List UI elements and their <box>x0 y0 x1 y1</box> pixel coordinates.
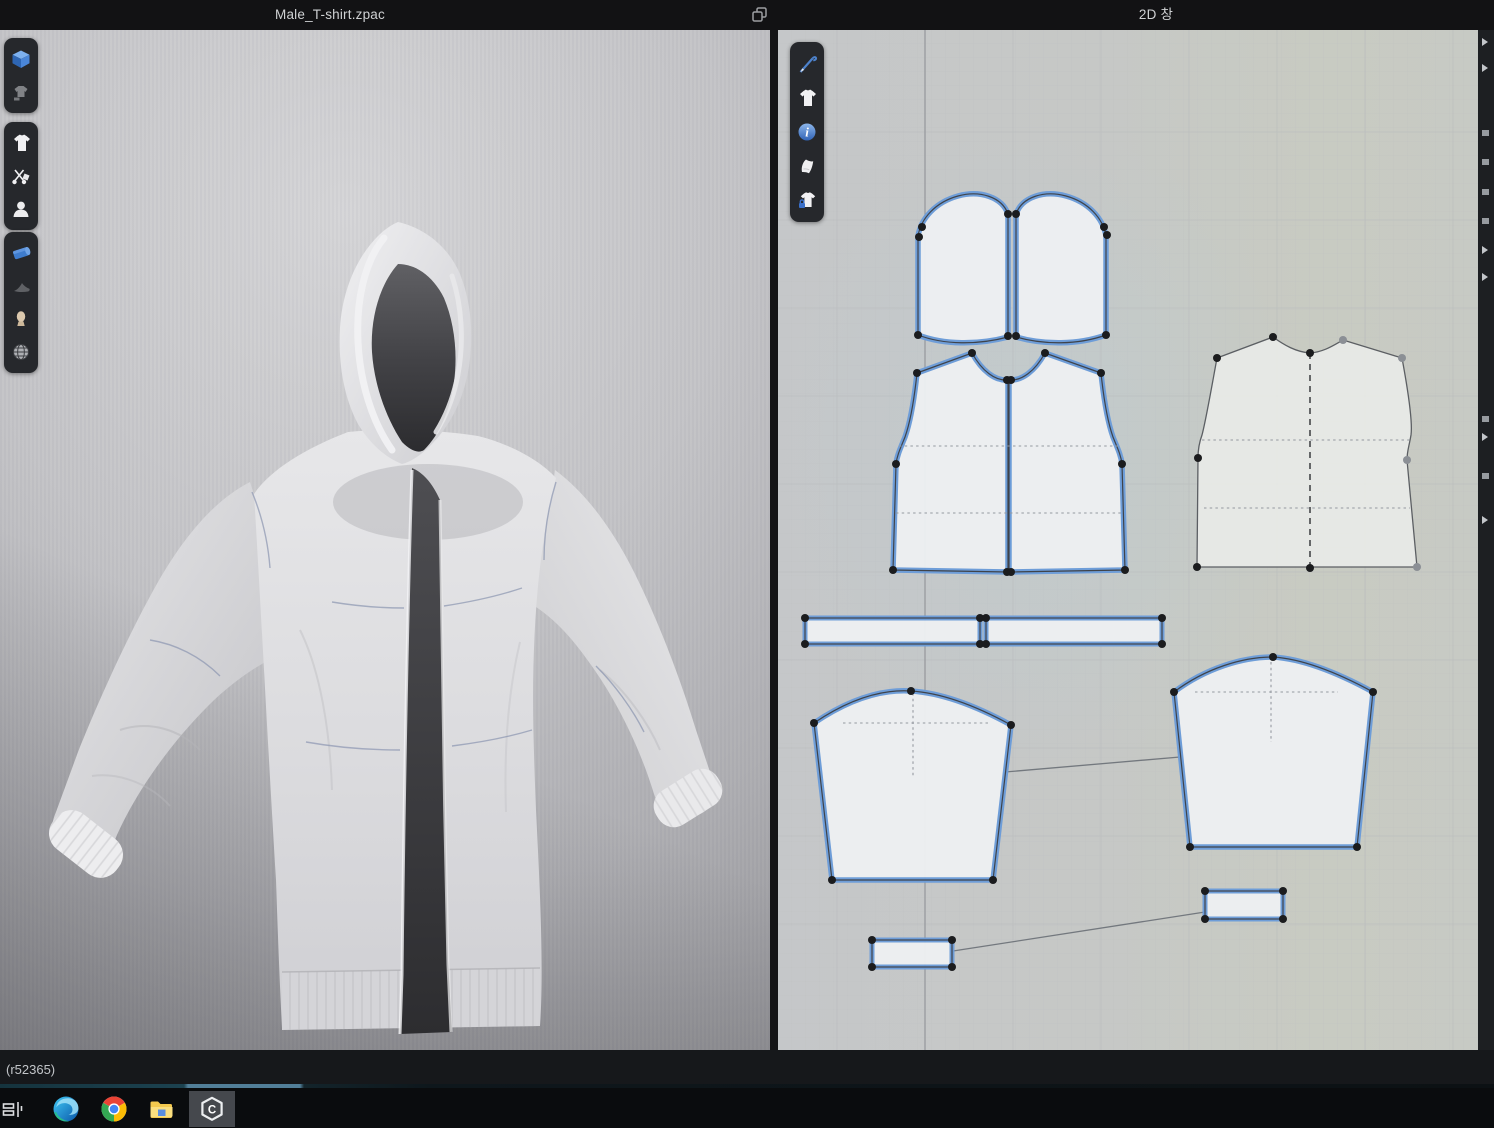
sewing-kit-icon[interactable] <box>8 163 34 189</box>
shoe-icon[interactable] <box>8 273 34 299</box>
windows-taskbar: C <box>0 1088 1494 1128</box>
panel-expand-icon[interactable] <box>1482 38 1488 46</box>
pattern-piece-sleeve-left[interactable] <box>814 691 1011 880</box>
svg-text:i: i <box>805 125 809 140</box>
pattern-piece-back-bodice[interactable] <box>1197 337 1417 568</box>
collapsed-panel-strip[interactable] <box>1478 30 1494 1050</box>
pattern-piece-front-bodice[interactable] <box>893 353 1125 572</box>
2d-window-title: 2D 창 <box>778 0 1494 30</box>
version-text: (r52365) <box>0 1062 55 1077</box>
panel-expand-icon[interactable] <box>1482 273 1488 281</box>
globe-icon[interactable] <box>8 339 34 365</box>
clo-app-window: Male_T-shirt.zpac 2D 창 <box>0 0 1494 1128</box>
chrome-icon[interactable] <box>92 1091 136 1127</box>
fabric-roll-icon[interactable] <box>8 240 34 266</box>
left-toolbar-group-2 <box>4 122 38 230</box>
pen-tool-icon[interactable] <box>794 51 820 77</box>
statusbar: (r52365) <box>0 1050 1494 1088</box>
pattern-piece-sleeve-right[interactable] <box>1174 657 1373 847</box>
pattern-piece-hood-left[interactable] <box>918 194 1008 343</box>
pinned-app-icon[interactable] <box>0 1091 32 1127</box>
clo-icon[interactable]: C <box>189 1091 235 1127</box>
fabric-piece-icon[interactable] <box>794 153 820 179</box>
pattern-piece-hood-right[interactable] <box>1016 194 1106 343</box>
panel-expand-icon[interactable] <box>1482 246 1488 254</box>
panel-expand-icon[interactable] <box>1482 64 1488 72</box>
pattern-piece-cuff-left[interactable] <box>872 940 952 967</box>
cube-3d-icon[interactable] <box>8 46 34 72</box>
pattern-piece-waistband-left[interactable] <box>805 618 980 644</box>
panel-expand-icon[interactable] <box>1482 433 1488 441</box>
panel-tab-icon[interactable] <box>1482 218 1489 224</box>
left-toolbar-group-3 <box>4 232 38 373</box>
panel-tab-icon[interactable] <box>1482 189 1489 195</box>
panel-tab-icon[interactable] <box>1482 130 1489 136</box>
2d-toolbar: i <box>790 42 824 222</box>
left-toolbar-group-1 <box>4 38 38 113</box>
panel-tab-icon[interactable] <box>1482 416 1489 422</box>
panel-tab-icon[interactable] <box>1482 159 1489 165</box>
titlebar: Male_T-shirt.zpac 2D 창 <box>0 0 1494 30</box>
panel-tab-icon[interactable] <box>1482 473 1489 479</box>
svg-text:C: C <box>208 1105 216 1117</box>
tshirt-icon[interactable] <box>8 130 34 156</box>
tshirt-icon[interactable] <box>794 85 820 111</box>
3d-window-title: Male_T-shirt.zpac <box>0 0 660 30</box>
info-icon[interactable]: i <box>794 119 820 145</box>
3d-viewport[interactable] <box>0 30 770 1050</box>
pattern-piece-cuff-right[interactable] <box>1205 891 1283 919</box>
3d-garment-hoodie[interactable] <box>0 30 770 1050</box>
garment-pieces-icon[interactable] <box>8 79 34 105</box>
file-explorer-icon[interactable] <box>139 1091 183 1127</box>
mannequin-head-icon[interactable] <box>8 306 34 332</box>
pattern-piece-waistband-right[interactable] <box>986 618 1162 644</box>
avatar-icon[interactable] <box>8 196 34 222</box>
2d-pattern-canvas[interactable] <box>778 30 1478 1050</box>
edge-icon[interactable] <box>44 1091 88 1127</box>
float-window-icon[interactable] <box>750 6 770 24</box>
garment-lock-icon[interactable] <box>794 187 820 213</box>
panel-expand-icon[interactable] <box>1482 516 1488 524</box>
2d-pattern-window[interactable]: i <box>778 30 1478 1050</box>
